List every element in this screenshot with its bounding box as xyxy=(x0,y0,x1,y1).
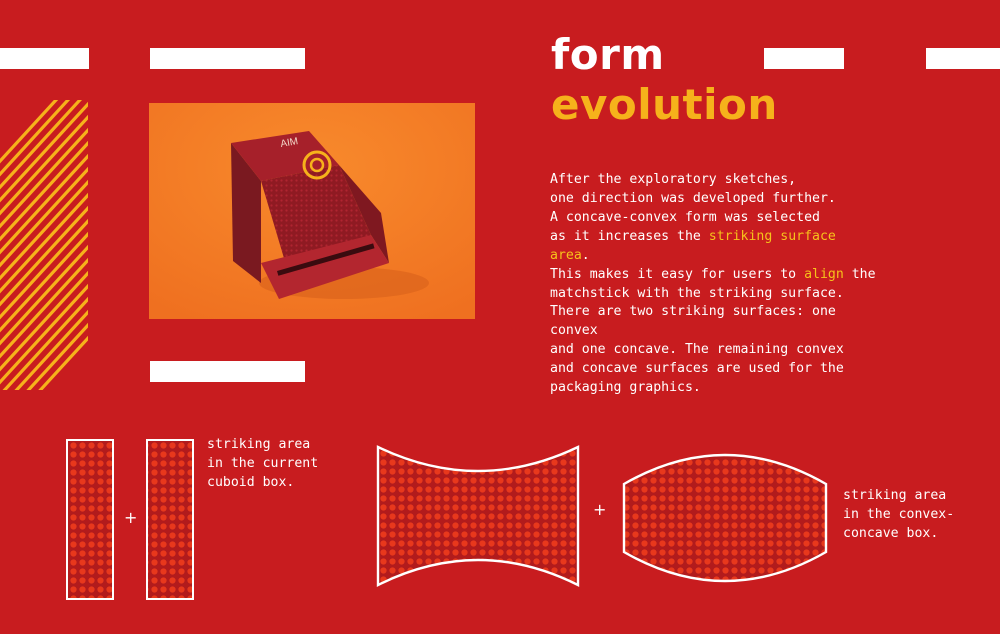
caption-line: in the convex- xyxy=(843,507,955,522)
matchbox-illustration: AIM xyxy=(149,103,475,319)
caption-line: striking area xyxy=(843,488,947,503)
concave-strike-panel xyxy=(376,445,580,587)
description-paragraph-2: There are two striking surfaces: one con… xyxy=(550,302,880,397)
page-title-line2: evolution xyxy=(551,80,778,129)
text-segment: the xyxy=(843,267,876,282)
decor-bar-top-middle xyxy=(150,48,305,69)
paragraph-line: and one concave. The remaining convex xyxy=(550,342,844,357)
paragraph-line: and concave surfaces are used for the xyxy=(550,361,844,376)
text-segment: This makes it easy for users to xyxy=(550,267,805,282)
caption-convex-concave: striking area in the convex- concave box… xyxy=(843,486,954,543)
caption-cuboid: striking area in the current cuboid box. xyxy=(207,435,318,492)
text-segment: . xyxy=(581,248,590,263)
highlight-align: align xyxy=(804,267,844,282)
page-title-line1: form xyxy=(551,30,665,79)
stripe-line xyxy=(0,101,88,203)
paragraph-line: one direction was developed further. xyxy=(550,191,836,206)
paragraph-line: packaging graphics. xyxy=(550,380,701,395)
decor-bar-top-right-2 xyxy=(926,48,1000,69)
paragraph-line: A concave-convex form was selected xyxy=(550,210,820,225)
decor-bar-under-photo xyxy=(150,361,305,382)
decor-bar-top-left xyxy=(0,48,89,69)
paragraph-line: matchstick with the striking surface. xyxy=(550,286,844,301)
plus-sign-left: + xyxy=(124,508,138,527)
caption-line: concave box. xyxy=(843,526,939,541)
paragraph-line: as it increases the striking surface are… xyxy=(550,227,880,265)
paragraph-line: This makes it easy for users to align th… xyxy=(550,265,880,284)
paragraph-line: There are two striking surfaces: one con… xyxy=(550,304,836,338)
diagonal-stripes xyxy=(0,100,88,390)
decor-bar-top-right-1 xyxy=(764,48,844,69)
cuboid-strike-panel-2 xyxy=(146,439,194,600)
convex-strike-panel xyxy=(622,453,828,583)
plus-sign-right: + xyxy=(593,500,607,519)
text-segment: as it increases the xyxy=(550,229,709,244)
caption-line: striking area xyxy=(207,437,311,452)
caption-line: cuboid box. xyxy=(207,475,295,490)
description-paragraph-1: After the exploratory sketches, one dire… xyxy=(550,170,880,303)
paragraph-line: After the exploratory sketches, xyxy=(550,172,797,187)
product-photo: AIM xyxy=(149,103,475,319)
caption-line: in the current xyxy=(207,456,319,471)
cuboid-strike-panel-1 xyxy=(66,439,114,600)
